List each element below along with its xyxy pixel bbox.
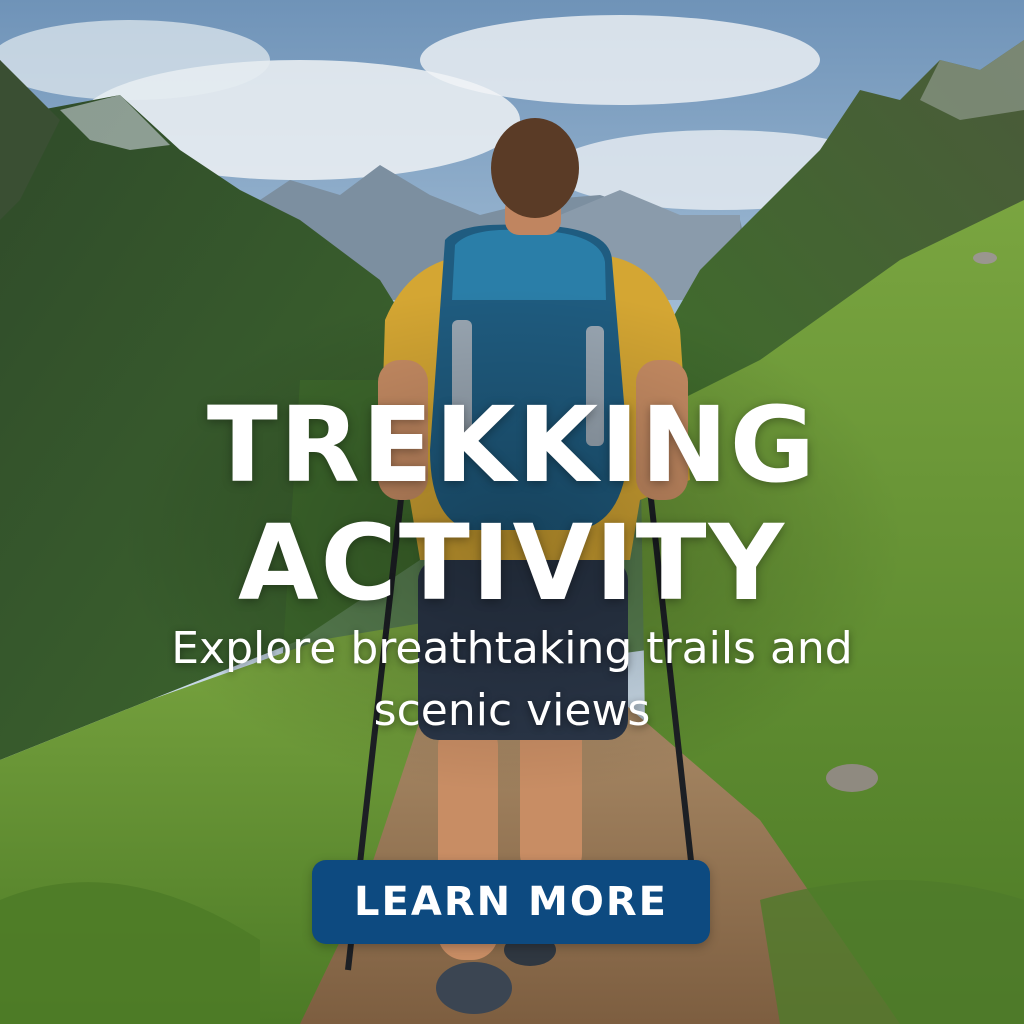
trekking-poster: TREKKING ACTIVITY Explore breathtaking t… xyxy=(0,0,1024,1024)
headline-line-2: ACTIVITY xyxy=(238,502,786,624)
learn-more-button[interactable]: LEARN MORE xyxy=(312,860,710,944)
subtitle: Explore breathtaking trails and scenic v… xyxy=(171,623,853,736)
headline-line-1: TREKKING xyxy=(206,384,818,506)
